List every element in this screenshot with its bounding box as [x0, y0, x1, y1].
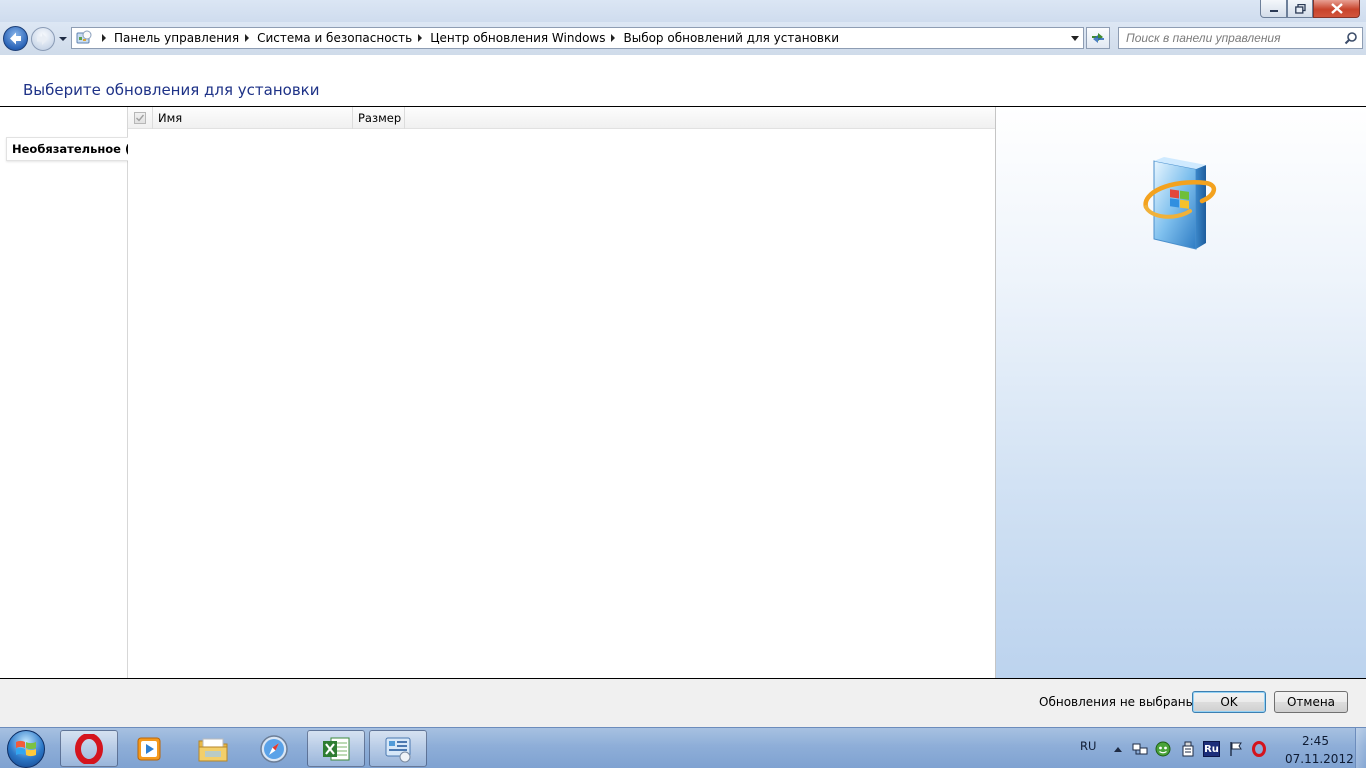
show-desktop-button[interactable] [1355, 728, 1366, 768]
category-panel: Необязательное (2) [0, 107, 144, 678]
forward-button[interactable] [31, 27, 55, 51]
folder-icon [198, 738, 228, 761]
control-panel-icon [76, 30, 92, 44]
start-orb [7, 729, 45, 768]
list-header: Имя Размер [128, 107, 995, 129]
control-panel-icon [385, 737, 411, 762]
refresh-icon [1092, 33, 1104, 43]
clock-time[interactable]: 2:45 [1302, 734, 1329, 748]
close-icon [1330, 3, 1343, 14]
taskbar-opera[interactable] [60, 730, 118, 767]
antivirus-icon[interactable] [1155, 741, 1171, 757]
footer-bar: Обновления не выбраны. OK Отмена [0, 679, 1366, 727]
opera-tray-icon[interactable] [1251, 741, 1267, 757]
opera-icon [75, 733, 103, 764]
minimize-icon [1269, 9, 1278, 12]
breadcrumb-select-updates[interactable]: Выбор обновлений для установки [623, 31, 839, 45]
select-all-column[interactable] [128, 107, 153, 129]
close-button[interactable] [1313, 0, 1360, 18]
restore-icon [1294, 3, 1306, 14]
minimize-button[interactable] [1260, 0, 1287, 18]
selection-status: Обновления не выбраны. [1039, 695, 1199, 709]
maximize-button[interactable] [1287, 0, 1313, 18]
show-hidden-icons-icon[interactable] [1110, 741, 1126, 757]
taskbar-media-player[interactable] [120, 730, 178, 767]
windows-logo-icon [16, 740, 36, 756]
search-input[interactable] [1119, 28, 1339, 48]
language-indicator[interactable]: RU [1080, 739, 1096, 753]
refresh-button[interactable] [1086, 27, 1110, 49]
compass-icon [260, 734, 288, 763]
cancel-button[interactable]: Отмена [1274, 691, 1348, 713]
address-bar[interactable]: Панель управления Система и безопасность… [71, 27, 1084, 49]
column-header-name[interactable]: Имя [153, 107, 353, 129]
windows-update-logo-icon [1143, 157, 1216, 250]
excel-icon [323, 737, 350, 760]
taskbar: RU Ru 2:45 07.11.2012 [0, 727, 1366, 768]
arrow-right-icon [37, 33, 48, 45]
taskbar-safari[interactable] [245, 730, 303, 767]
arrow-left-icon [10, 32, 21, 45]
column-header-size[interactable]: Размер [353, 107, 405, 129]
checkmark-icon [136, 114, 145, 122]
search-box [1118, 27, 1363, 49]
back-button[interactable] [3, 26, 28, 51]
media-player-icon [137, 737, 161, 760]
breadcrumb-separator [102, 34, 106, 42]
details-panel [996, 107, 1366, 678]
taskbar-control-panel[interactable] [369, 730, 427, 767]
address-dropdown-icon[interactable] [1071, 36, 1079, 41]
tab-optional-updates[interactable]: Необязательное (2) [6, 137, 144, 161]
breadcrumb-system-security[interactable]: Система и безопасность [257, 31, 412, 45]
navigation-bar: Панель управления Система и безопасность… [0, 22, 1366, 55]
updates-list[interactable]: Имя Размер [128, 107, 996, 678]
breadcrumb-separator[interactable] [611, 34, 616, 42]
action-center-flag-icon[interactable] [1228, 741, 1244, 757]
breadcrumb-windows-update[interactable]: Центр обновления Windows [430, 31, 605, 45]
page-title: Выберите обновления для установки [23, 81, 320, 99]
chevron-down-icon[interactable] [58, 35, 68, 43]
clock-date[interactable]: 07.11.2012 [1285, 752, 1354, 766]
keyboard-layout-indicator[interactable]: Ru [1203, 741, 1220, 757]
breadcrumb-separator[interactable] [418, 34, 423, 42]
usb-device-icon[interactable] [1180, 741, 1196, 757]
window-titlebar [0, 0, 1366, 22]
ok-button[interactable]: OK [1192, 691, 1266, 713]
start-button[interactable] [1, 729, 51, 768]
taskbar-excel[interactable] [307, 730, 365, 767]
select-all-checkbox[interactable] [134, 112, 146, 124]
search-icon[interactable] [1344, 31, 1358, 45]
network-icon[interactable] [1132, 741, 1148, 757]
breadcrumb-control-panel[interactable]: Панель управления [114, 31, 239, 45]
taskbar-explorer[interactable] [184, 730, 242, 767]
breadcrumb-separator[interactable] [245, 34, 250, 42]
